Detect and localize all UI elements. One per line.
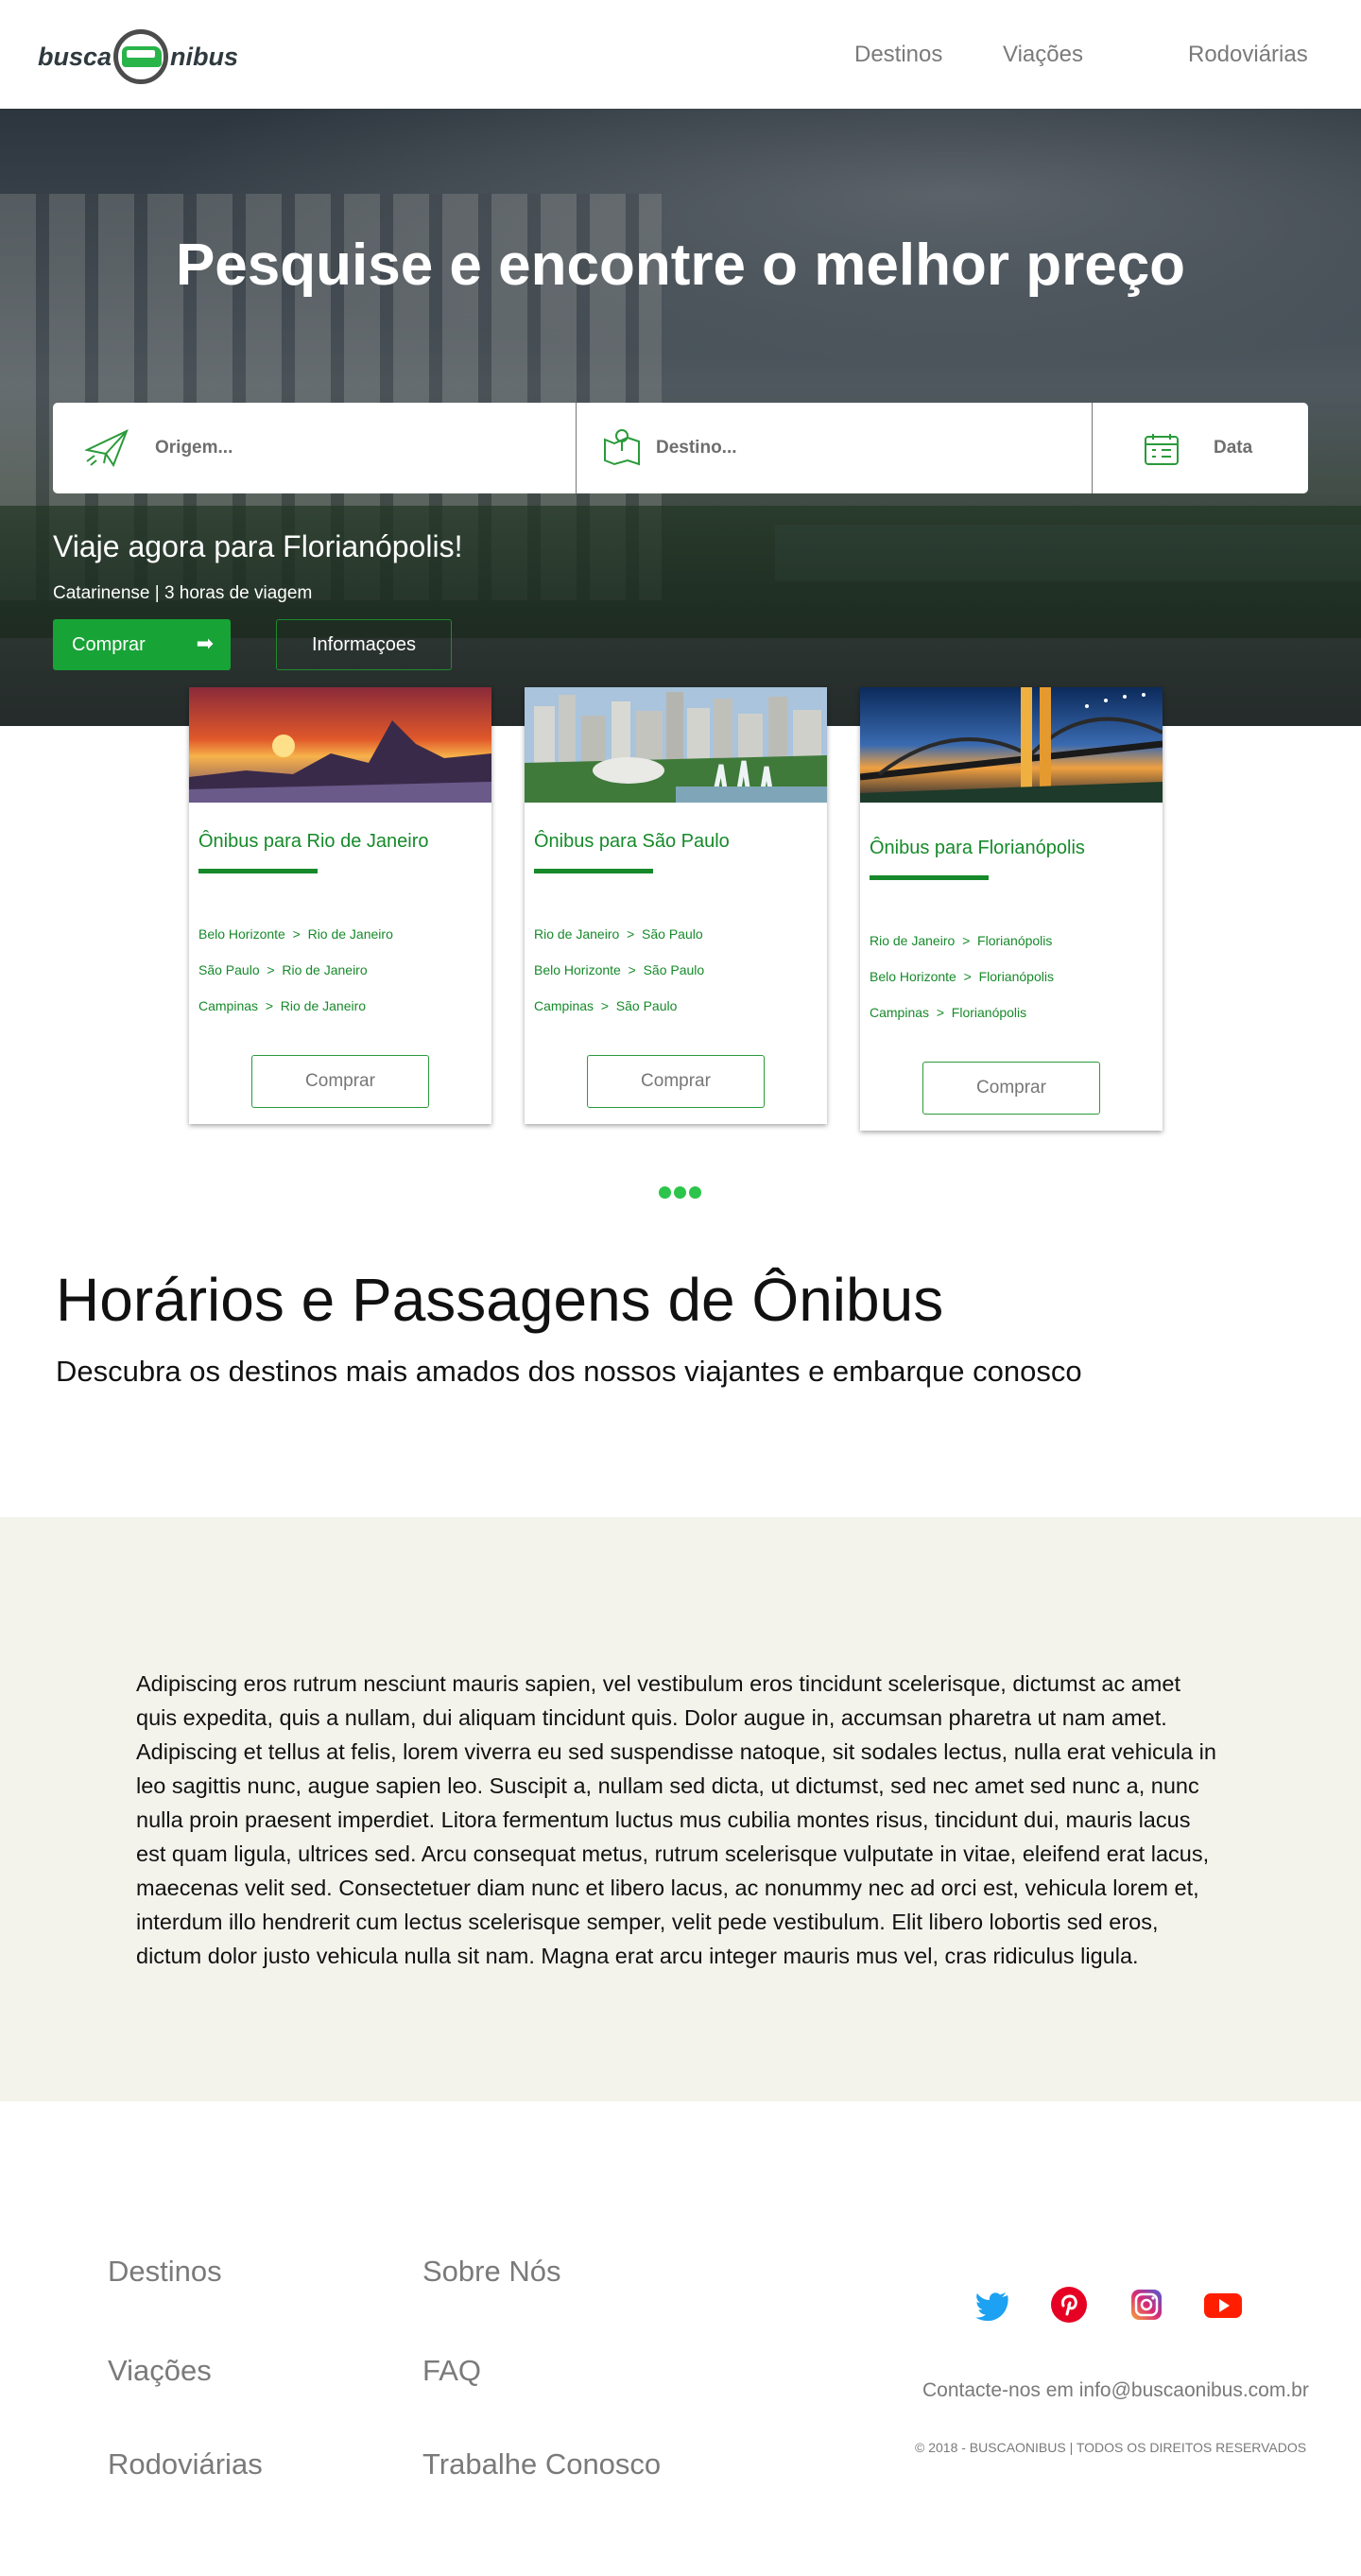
origin-placeholder: Origem... <box>155 438 233 458</box>
contact-email[interactable]: Contacte-nos em info@buscaonibus.com.br <box>922 2379 1309 2402</box>
carousel-dots[interactable] <box>659 1186 701 1199</box>
logo-text-left: busca <box>38 42 112 71</box>
promo-title: Viaje agora para Florianópolis! <box>53 529 463 563</box>
card-buy-button[interactable]: Comprar <box>922 1062 1100 1115</box>
footer-link-destinos[interactable]: Destinos <box>108 2255 222 2289</box>
card-route[interactable]: São Paulo > Rio de Janeiro <box>198 962 368 977</box>
instagram-icon[interactable] <box>1128 2286 1165 2324</box>
section-subtitle: Descubra os destinos mais amados dos nos… <box>56 1355 1082 1388</box>
paper-plane-icon <box>85 429 129 467</box>
sao-paulo-image <box>525 687 827 803</box>
footer-link-rodoviarias[interactable]: Rodoviárias <box>108 2447 263 2481</box>
hero-title: Pesquise e encontre o melhor preço <box>175 233 1186 298</box>
card-route[interactable]: Campinas > Rio de Janeiro <box>198 998 366 1013</box>
nav-rodoviarias[interactable]: Rodoviárias <box>1188 42 1308 68</box>
card-buy-button[interactable]: Comprar <box>587 1055 765 1108</box>
card-route[interactable]: Rio de Janeiro > São Paulo <box>534 926 703 942</box>
destination-field[interactable]: Destino... <box>577 403 1093 493</box>
footer-link-viacoes[interactable]: Viações <box>108 2354 212 2388</box>
hero-banner: Pesquise e encontre o melhor preço Orige… <box>0 109 1361 726</box>
logo[interactable]: busca nibus <box>38 28 238 85</box>
promo-buy-label: Comprar <box>72 633 146 655</box>
header: busca nibus Destinos Viações Rodoviárias <box>0 0 1361 109</box>
twitter-icon[interactable] <box>973 2286 1011 2324</box>
card-underline <box>870 875 989 880</box>
card-route[interactable]: Belo Horizonte > Rio de Janeiro <box>198 926 393 942</box>
card-route[interactable]: Campinas > São Paulo <box>534 998 677 1013</box>
nav-viacoes[interactable]: Viações <box>1003 42 1083 68</box>
carousel-dot[interactable] <box>689 1186 701 1199</box>
card-underline <box>198 869 318 873</box>
sao-paulo-skyline-image <box>525 687 827 803</box>
footer-link-trabalhe-conosco[interactable]: Trabalhe Conosco <box>422 2447 661 2481</box>
carousel-dot[interactable] <box>659 1186 671 1199</box>
card-buy-button[interactable]: Comprar <box>251 1055 429 1108</box>
rio-image <box>189 687 491 803</box>
date-label: Data <box>1214 438 1253 458</box>
calendar-icon <box>1145 434 1179 465</box>
destination-card-sao-paulo: Ônibus para São Paulo Rio de Janeiro > S… <box>525 687 827 1124</box>
footer-link-faq[interactable]: FAQ <box>422 2354 481 2388</box>
map-pin-icon <box>604 429 640 466</box>
promo-company: Catarinense <box>53 583 150 603</box>
promo-subtitle: Catarinense | 3 horas de viagem <box>53 583 312 604</box>
florianopolis-image <box>860 687 1163 803</box>
pinterest-icon[interactable] <box>1050 2286 1088 2324</box>
promo-duration: 3 horas de viagem <box>164 583 313 603</box>
body-paragraph: Adipiscing eros rutrum nesciunt mauris s… <box>136 1671 1216 1968</box>
card-title: Ônibus para Florianópolis <box>870 838 1085 858</box>
card-title: Ônibus para Rio de Janeiro <box>198 831 429 852</box>
logo-text-right: nibus <box>170 42 239 71</box>
search-bar: Origem... Destino... Data <box>53 403 1308 493</box>
card-underline <box>534 869 653 873</box>
nav-destinos[interactable]: Destinos <box>854 42 942 68</box>
origin-field[interactable]: Origem... <box>53 403 577 493</box>
card-route[interactable]: Campinas > Florianópolis <box>870 1005 1026 1020</box>
rio-sunset-image <box>189 687 491 803</box>
card-route[interactable]: Rio de Janeiro > Florianópolis <box>870 933 1052 948</box>
card-route[interactable]: Belo Horizonte > Florianópolis <box>870 969 1054 984</box>
date-field[interactable]: Data <box>1093 403 1308 493</box>
destination-card-rio: Ônibus para Rio de Janeiro Belo Horizont… <box>189 687 491 1124</box>
destination-card-florianopolis: Ônibus para Florianópolis Rio de Janeiro… <box>860 687 1163 1131</box>
destination-placeholder: Destino... <box>656 438 737 458</box>
promo-separator: | <box>154 583 160 603</box>
copyright: © 2018 - BUSCAONIBUS | TODOS OS DIREITOS… <box>915 2440 1307 2455</box>
florianopolis-bridge-image <box>860 687 1163 803</box>
card-route[interactable]: Belo Horizonte > São Paulo <box>534 962 704 977</box>
promo-info-button[interactable]: Informaçoes <box>276 619 452 670</box>
footer-link-sobre-nos[interactable]: Sobre Nós <box>422 2255 560 2289</box>
youtube-icon[interactable] <box>1203 2286 1242 2324</box>
card-title: Ônibus para São Paulo <box>534 831 730 852</box>
section-title: Horários e Passagens de Ônibus <box>56 1266 944 1334</box>
bus-icon <box>113 29 169 84</box>
text-section: Adipiscing eros rutrum nesciunt mauris s… <box>0 1517 1361 2101</box>
promo-buy-button[interactable]: Comprar ➡ <box>53 619 231 670</box>
arrow-right-icon: ➡ <box>196 631 214 655</box>
carousel-dot[interactable] <box>674 1186 686 1199</box>
